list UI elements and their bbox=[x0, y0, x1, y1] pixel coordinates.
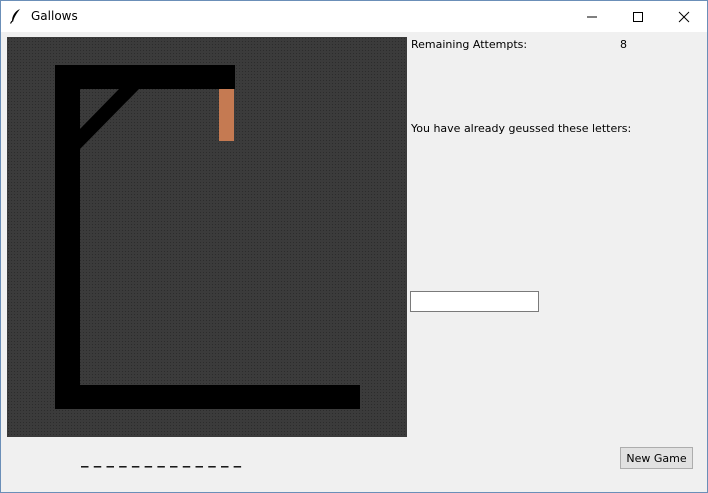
close-button[interactable] bbox=[661, 1, 707, 32]
gallows-canvas bbox=[7, 37, 407, 437]
minimize-button[interactable] bbox=[569, 1, 615, 32]
close-icon bbox=[678, 11, 690, 23]
maximize-button[interactable] bbox=[615, 1, 661, 32]
feather-icon bbox=[9, 9, 20, 24]
new-game-button[interactable]: New Game bbox=[620, 447, 693, 469]
minimize-icon bbox=[587, 16, 597, 18]
guess-input[interactable] bbox=[410, 291, 539, 312]
remaining-attempts-value: 8 bbox=[620, 38, 627, 51]
remaining-attempts-label: Remaining Attempts: bbox=[411, 38, 528, 51]
app-window: Gallows Remaining Attempts: 8 You have a… bbox=[0, 0, 708, 493]
guessed-letters-label: You have already geussed these letters: bbox=[411, 122, 632, 135]
maximize-icon bbox=[633, 12, 643, 22]
gallows-rope bbox=[219, 89, 234, 141]
window-title: Gallows bbox=[31, 9, 78, 23]
word-blanks: _ _ _ _ _ _ _ _ _ _ _ _ _ bbox=[81, 450, 242, 468]
gallows-brace bbox=[80, 89, 139, 149]
title-bar[interactable]: Gallows bbox=[1, 1, 707, 32]
